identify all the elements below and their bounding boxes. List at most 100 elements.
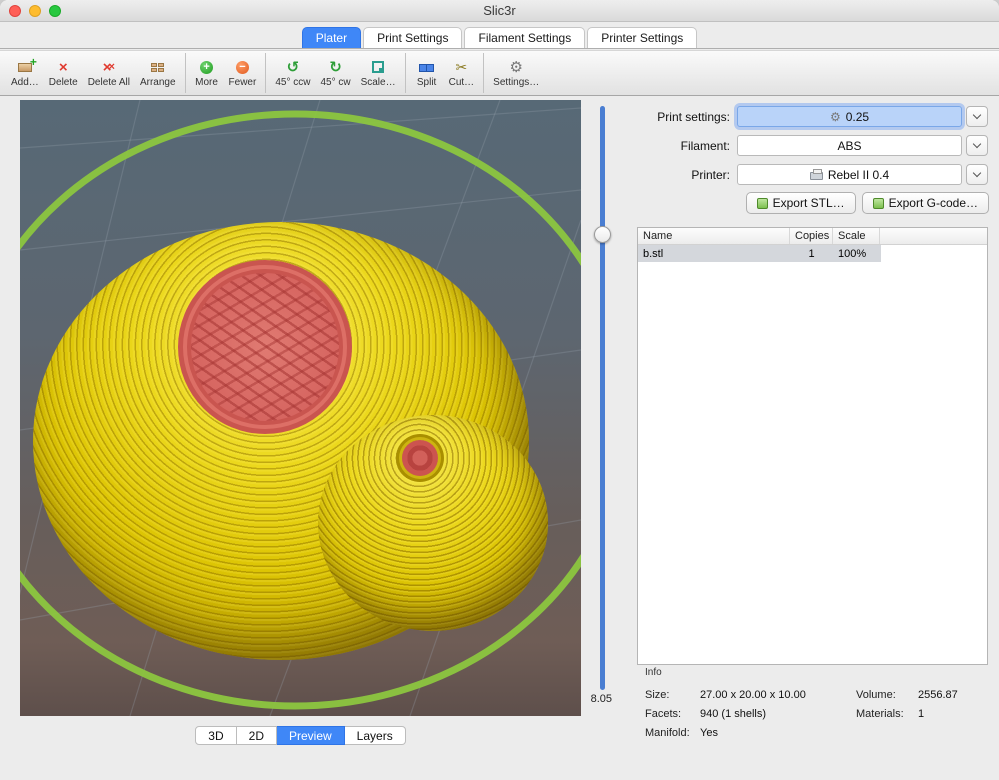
title-bar[interactable]: Slic3r <box>0 0 999 22</box>
facets-value: 940 (1 shells) <box>700 708 856 720</box>
materials-value: 1 <box>918 708 989 720</box>
add-object-icon: + <box>18 59 32 76</box>
object-scale-cell: 100% <box>833 248 880 260</box>
chevron-down-icon <box>973 169 981 177</box>
rotate-cw-icon: ↻ <box>329 59 342 76</box>
window-title: Slic3r <box>0 0 999 21</box>
info-grid: Size: 27.00 x 20.00 x 10.00 Volume: 2556… <box>645 685 989 742</box>
close-button[interactable] <box>9 5 21 17</box>
printer-label: Printer: <box>637 168 737 182</box>
rotate-cw-button[interactable]: ↻ 45° cw <box>315 57 355 90</box>
minimize-button[interactable] <box>29 5 41 17</box>
manifold-value: Yes <box>700 727 856 739</box>
tab-print-settings[interactable]: Print Settings <box>363 27 462 48</box>
view-mode-tabs: 3D 2D Preview Layers <box>20 726 581 745</box>
split-button[interactable]: Split <box>410 57 444 90</box>
more-copies-button[interactable]: + More <box>190 57 224 90</box>
zoom-button[interactable] <box>49 5 61 17</box>
add-label: Add… <box>11 77 39 88</box>
chevron-down-icon <box>973 140 981 148</box>
split-label: Split <box>417 77 436 88</box>
printer-value: Rebel II 0.4 <box>828 168 889 182</box>
print-settings-dropdown-button[interactable] <box>966 106 988 127</box>
print-settings-value: 0.25 <box>846 110 869 124</box>
column-header-name[interactable]: Name <box>638 228 790 244</box>
table-row[interactable]: b.stl 1 100% <box>638 245 881 262</box>
slic3r-window: Slic3r Plater Print Settings Filament Se… <box>0 0 999 780</box>
info-section-title: Info <box>645 667 662 678</box>
export-gcode-icon <box>873 198 884 209</box>
layer-slider-thumb[interactable] <box>594 226 611 243</box>
filament-label: Filament: <box>637 139 737 153</box>
export-gcode-label: Export G-code… <box>889 196 978 210</box>
printer-combo[interactable]: Rebel II 0.4 <box>737 164 962 185</box>
print-settings-label: Print settings: <box>637 110 737 124</box>
export-stl-label: Export STL… <box>773 196 845 210</box>
arrange-icon <box>151 59 164 76</box>
export-stl-icon <box>757 198 768 209</box>
preview-viewport[interactable] <box>20 100 581 716</box>
view-tab-3d[interactable]: 3D <box>195 726 236 745</box>
delete-all-icon: ×× <box>103 59 115 76</box>
rotate-ccw-button[interactable]: ↺ 45° ccw <box>270 57 315 90</box>
export-stl-button[interactable]: Export STL… <box>746 192 856 214</box>
size-label: Size: <box>645 689 700 701</box>
scale-label: Scale… <box>361 77 396 88</box>
delete-all-label: Delete All <box>88 77 130 88</box>
scale-button[interactable]: Scale… <box>356 57 401 90</box>
cut-label: Cut… <box>449 77 475 88</box>
printer-dropdown-button[interactable] <box>966 164 988 185</box>
filament-value: ABS <box>837 139 861 153</box>
object-name-cell: b.stl <box>638 248 790 260</box>
arrange-button[interactable]: Arrange <box>135 57 181 90</box>
layer-slider-track[interactable] <box>600 106 605 690</box>
add-button[interactable]: + Add… <box>6 57 44 90</box>
gear-icon: ⚙ <box>830 111 841 123</box>
column-header-scale[interactable]: Scale <box>833 228 880 244</box>
toolbar-separator <box>483 53 484 93</box>
object-settings-button[interactable]: ⚙ Settings… <box>488 57 544 90</box>
filament-combo[interactable]: ABS <box>737 135 962 156</box>
column-header-filler <box>880 228 987 244</box>
view-tab-2d[interactable]: 2D <box>237 726 277 745</box>
layer-height-value: 8.05 <box>574 693 612 705</box>
fewer-copies-icon: − <box>236 59 249 76</box>
export-gcode-button[interactable]: Export G-code… <box>862 192 989 214</box>
delete-label: Delete <box>49 77 78 88</box>
tab-plater[interactable]: Plater <box>302 27 361 48</box>
settings-gear-icon: ⚙ <box>510 59 523 76</box>
cut-icon: ✂ <box>456 59 468 76</box>
print-settings-combo[interactable]: ⚙ 0.25 <box>737 106 962 127</box>
cut-button[interactable]: ✂ Cut… <box>444 57 480 90</box>
filament-dropdown-button[interactable] <box>966 135 988 156</box>
manifold-label: Manifold: <box>645 727 700 739</box>
column-header-copies[interactable]: Copies <box>790 228 833 244</box>
printer-row: Printer: Rebel II 0.4 <box>637 164 989 185</box>
delete-icon: × <box>59 59 68 76</box>
infill-top-small <box>402 440 438 476</box>
split-icon <box>419 59 434 76</box>
toolbar-separator <box>265 53 266 93</box>
materials-label: Materials: <box>856 708 918 720</box>
print-settings-row: Print settings: ⚙ 0.25 <box>637 106 989 127</box>
view-tab-layers[interactable]: Layers <box>345 726 406 745</box>
rotate-cw-label: 45° cw <box>320 77 350 88</box>
delete-button[interactable]: × Delete <box>44 57 83 90</box>
object-copies-cell: 1 <box>790 248 833 260</box>
filament-row: Filament: ABS <box>637 135 989 156</box>
delete-all-button[interactable]: ×× Delete All <box>83 57 135 90</box>
more-copies-icon: + <box>200 59 213 76</box>
arrange-label: Arrange <box>140 77 176 88</box>
fewer-copies-button[interactable]: − Fewer <box>224 57 262 90</box>
main-tab-bar: Plater Print Settings Filament Settings … <box>0 22 999 49</box>
toolbar-separator <box>185 53 186 93</box>
settings-label: Settings… <box>493 77 539 88</box>
size-value: 27.00 x 20.00 x 10.00 <box>700 689 856 701</box>
rotate-ccw-icon: ↺ <box>287 59 300 76</box>
view-tab-preview[interactable]: Preview <box>277 726 345 745</box>
tab-filament-settings[interactable]: Filament Settings <box>464 27 585 48</box>
more-label: More <box>195 77 218 88</box>
volume-value: 2556.87 <box>918 689 989 701</box>
volume-label: Volume: <box>856 689 918 701</box>
tab-printer-settings[interactable]: Printer Settings <box>587 27 697 48</box>
